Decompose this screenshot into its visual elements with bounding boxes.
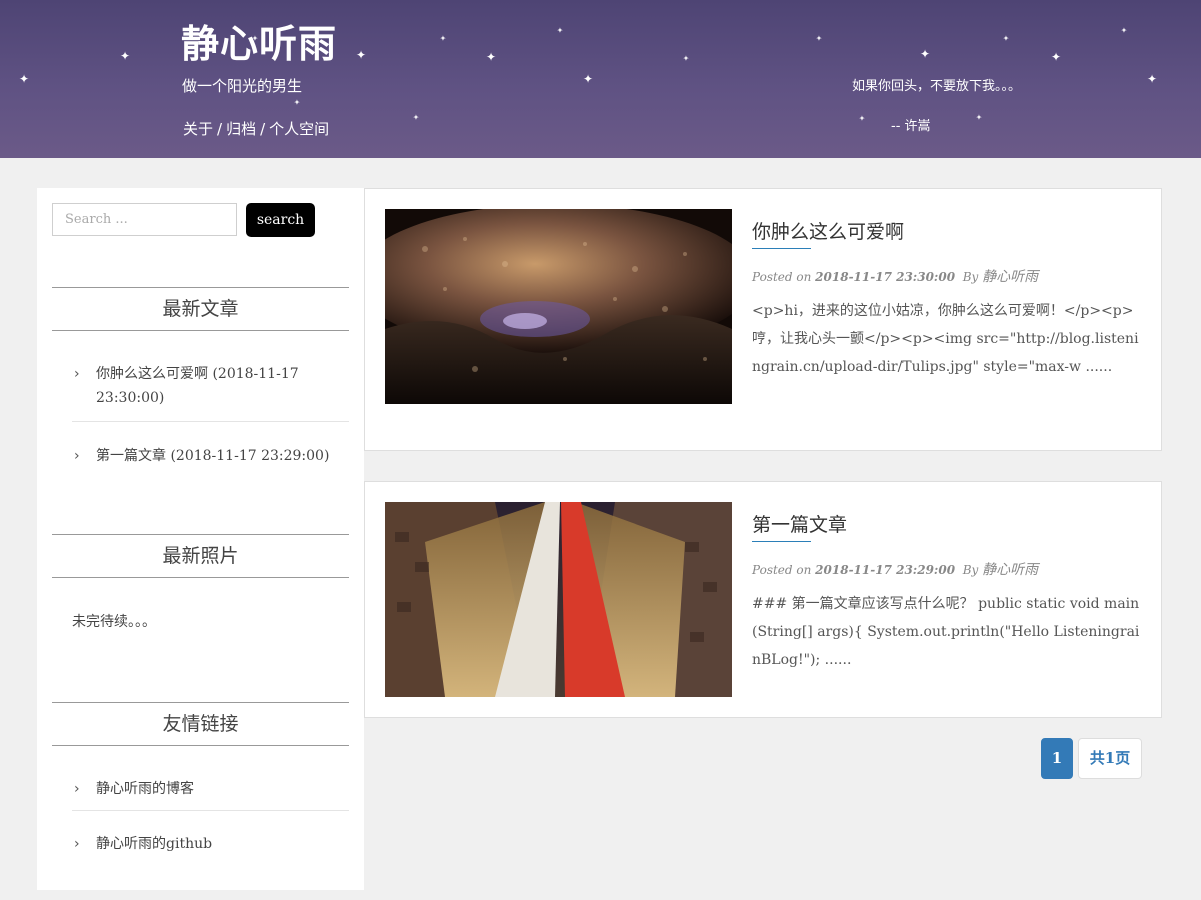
star-icon: ✦ bbox=[858, 114, 866, 123]
star-icon: ✦ bbox=[485, 50, 497, 64]
friend-link-label: 静心听雨的博客 bbox=[96, 781, 194, 797]
site-header: ✦ ✦ ✦ ✦ ✦ ✦ ✦ ✦ ✦ ✦ ✦ ✦ ✦ ✦ ✦ ✦ ✦ ✦ ✦ 静心… bbox=[0, 0, 1201, 158]
widget-title-friend-links: 友情链接 bbox=[52, 702, 349, 746]
post-card: 你肿么这么可爱啊 Posted on 2018-11-17 23:30:00 B… bbox=[364, 188, 1162, 451]
main-nav: 关于 / 归档 / 个人空间 bbox=[183, 118, 329, 139]
friend-link-label: 静心听雨的github bbox=[96, 836, 213, 852]
star-icon: ✦ bbox=[1120, 26, 1128, 35]
post-title[interactable]: 第一篇文章 bbox=[752, 510, 847, 537]
star-icon: ✦ bbox=[682, 54, 690, 63]
post-meta-by: By bbox=[962, 270, 979, 284]
recent-post-item[interactable]: › 第一篇文章 (2018-11-17 23:29:00) bbox=[72, 422, 349, 468]
recent-posts-list: › 你肿么这么可爱啊 (2018-11-17 23:30:00) › 第一篇文章… bbox=[72, 362, 349, 468]
post-title-underline bbox=[752, 541, 811, 542]
chevron-right-icon: › bbox=[74, 781, 80, 797]
star-icon: ✦ bbox=[582, 72, 594, 86]
nav-item-personal-space[interactable]: 个人空间 bbox=[269, 120, 329, 138]
header-quote: 如果你回头，不要放下我。。。 bbox=[852, 79, 1022, 94]
widget-title-recent-photos: 最新照片 bbox=[52, 534, 349, 578]
city-street-image bbox=[385, 502, 732, 697]
chevron-right-icon: › bbox=[74, 366, 80, 382]
search-button[interactable]: search bbox=[246, 203, 315, 237]
post-excerpt: <p>hi，进来的这位小姑凉，你肿么这么可爱啊！</p><p>哼，让我心头一颤<… bbox=[752, 303, 1139, 375]
star-icon: ✦ bbox=[815, 34, 823, 43]
star-icon: ✦ bbox=[1002, 34, 1010, 43]
post-meta: Posted on 2018-11-17 23:30:00 By 静心听雨 bbox=[752, 266, 1038, 286]
chevron-right-icon: › bbox=[74, 836, 80, 852]
post-meta: Posted on 2018-11-17 23:29:00 By 静心听雨 bbox=[752, 559, 1038, 579]
star-icon: ✦ bbox=[1146, 72, 1158, 86]
recent-post-label: 第一篇文章 (2018-11-17 23:29:00) bbox=[96, 448, 330, 464]
site-subtitle: 做一个阳光的男生 bbox=[182, 77, 303, 95]
post-meta-by: By bbox=[962, 563, 979, 577]
star-icon: ✦ bbox=[919, 47, 931, 61]
recent-post-label: 你肿么这么可爱啊 (2018-11-17 23:30:00) bbox=[96, 366, 299, 406]
friend-link-item[interactable]: › 静心听雨的github bbox=[72, 811, 349, 856]
post-author[interactable]: 静心听雨 bbox=[982, 269, 1038, 285]
star-icon: ✦ bbox=[439, 34, 447, 43]
header-quote-author: -- 许嵩 bbox=[891, 119, 931, 134]
post-card: 第一篇文章 Posted on 2018-11-17 23:29:00 By 静… bbox=[364, 481, 1162, 718]
friend-links-list: › 静心听雨的博客 › 静心听雨的github bbox=[72, 777, 349, 856]
friend-link-item[interactable]: › 静心听雨的博客 bbox=[72, 777, 349, 811]
nav-item-archive[interactable]: 归档 bbox=[226, 120, 256, 138]
star-icon: ✦ bbox=[18, 72, 30, 86]
star-icon: ✦ bbox=[1050, 50, 1062, 64]
post-author[interactable]: 静心听雨 bbox=[982, 562, 1038, 578]
nav-item-about[interactable]: 关于 bbox=[183, 120, 213, 138]
search-input[interactable] bbox=[52, 203, 237, 236]
post-meta-prefix: Posted on bbox=[752, 270, 812, 284]
recent-post-item[interactable]: › 你肿么这么可爱啊 (2018-11-17 23:30:00) bbox=[72, 362, 349, 422]
recent-photos-placeholder: 未完待续。。。 bbox=[72, 614, 156, 630]
site-title[interactable]: 静心听雨 bbox=[181, 23, 337, 66]
sidebar: search 最新文章 › 你肿么这么可爱啊 (2018-11-17 23:30… bbox=[37, 188, 364, 890]
post-date: 2018-11-17 23:30:00 bbox=[815, 270, 956, 284]
nav-separator: / bbox=[260, 120, 266, 138]
post-thumbnail[interactable] bbox=[385, 502, 732, 697]
star-icon: ✦ bbox=[412, 113, 420, 122]
post-excerpt: ### 第一篇文章应该写点什么呢？ public static void mai… bbox=[752, 596, 1140, 668]
star-icon: ✦ bbox=[293, 98, 301, 107]
star-icon: ✦ bbox=[355, 48, 367, 62]
post-title[interactable]: 你肿么这么可爱啊 bbox=[752, 217, 904, 244]
cave-image bbox=[385, 209, 732, 404]
chevron-right-icon: › bbox=[74, 448, 80, 464]
post-title-underline bbox=[752, 248, 811, 249]
nav-separator: / bbox=[217, 120, 223, 138]
pagination-current-page[interactable]: 1 bbox=[1041, 738, 1073, 779]
star-icon: ✦ bbox=[119, 49, 131, 63]
widget-title-recent-posts: 最新文章 bbox=[52, 287, 349, 331]
pagination-total-pages[interactable]: 共1页 bbox=[1078, 738, 1142, 779]
star-icon: ✦ bbox=[975, 113, 983, 122]
post-meta-prefix: Posted on bbox=[752, 563, 812, 577]
post-thumbnail[interactable] bbox=[385, 209, 732, 404]
star-icon: ✦ bbox=[556, 26, 564, 35]
post-date: 2018-11-17 23:29:00 bbox=[815, 563, 956, 577]
